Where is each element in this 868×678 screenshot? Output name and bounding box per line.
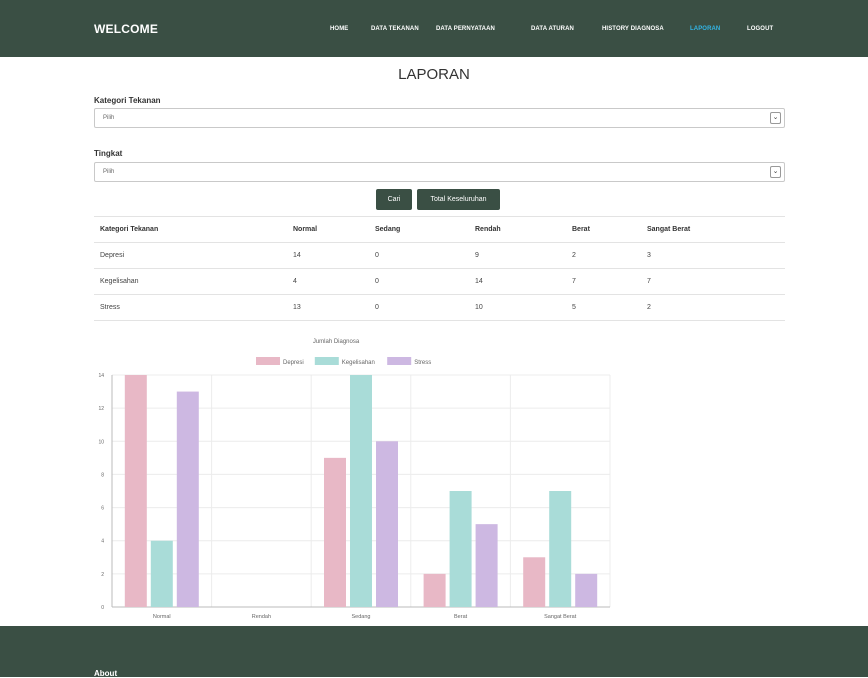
x-tick-label: Berat [454,614,468,620]
top-navbar: WELCOME HOME DATA TEKANAN DATA PERNYATAA… [0,0,868,57]
table-cell: 0 [369,242,469,269]
x-tick-label: Sangat Berat [544,614,577,620]
table-cell: 10 [469,294,566,321]
y-tick-label: 6 [101,506,104,512]
kategori-select-value: Pilih [103,115,115,121]
table-cell: 7 [641,268,785,295]
bar [475,524,498,607]
chart-title: Jumlah Diagnosa [313,339,360,345]
x-tick-label: Rendah [252,614,271,620]
nav-home[interactable]: HOME [330,26,348,32]
legend-label: Kegelisahan [342,360,375,366]
bar [549,491,572,607]
table-cell: 7 [566,268,641,295]
table-cell: 2 [566,242,641,269]
table-cell: 14 [287,242,369,269]
table-cell: 3 [641,242,785,269]
header-berat: Berat [566,216,641,243]
bar [150,540,173,607]
y-tick-label: 0 [101,605,104,611]
tingkat-label: Tingkat [94,149,123,158]
nav-history-diagnosa[interactable]: HISTORY DIAGNOSA [602,26,664,32]
table-cell: 4 [287,268,369,295]
nav-laporan[interactable]: LAPORAN [690,26,720,32]
bar [124,375,147,607]
header-normal: Normal [287,216,369,243]
header-sedang: Sedang [369,216,469,243]
table-row: Stress 13 0 10 5 2 [94,294,785,321]
header-rendah: Rendah [469,216,566,243]
y-tick-label: 8 [101,472,104,478]
table-cell: 5 [566,294,641,321]
header-kategori: Kategori Tekanan [94,216,287,243]
legend-swatch [387,357,412,365]
diagnosa-chart: Jumlah Diagnosa Depresi Kegelisahan Stress 0… [88,330,618,627]
nav-data-pernyataan[interactable]: DATA PERNYATAAN [436,26,495,32]
brand-logo[interactable]: WELCOME [94,22,158,36]
table-cell: 2 [641,294,785,321]
table-header-row: Kategori Tekanan Normal Sedang Rendah Be… [94,216,785,243]
bar [449,491,472,607]
nav-data-aturan[interactable]: DATA ATURAN [531,26,574,32]
nav-logout[interactable]: LOGOUT [747,26,773,32]
table-cell: 9 [469,242,566,269]
total-keseluruhan-button[interactable]: Total Keseluruhan [417,189,500,210]
legend-swatch [256,357,280,365]
header-sangat-berat: Sangat Berat [641,216,785,243]
chart-svg: Jumlah Diagnosa Depresi Kegelisahan Stress 0… [98,339,611,620]
legend-label: Depresi [283,360,304,366]
bar [176,391,199,607]
tingkat-select[interactable]: Pilih ⌄ [94,162,785,182]
kategori-label: Kategori Tekanan [94,96,161,105]
chevron-down-icon: ⌄ [770,166,781,178]
table-cell: 14 [469,268,566,295]
y-tick-label: 4 [101,539,104,545]
bar [350,375,372,607]
table-cell: Stress [94,294,287,321]
footer: About [0,626,868,678]
table-row: Depresi 14 0 9 2 3 [94,242,785,269]
y-tick-label: 2 [101,572,104,578]
x-tick-label: Normal [153,614,171,620]
cari-button[interactable]: Cari [376,189,412,210]
nav-data-tekanan[interactable]: DATA TEKANAN [371,26,419,32]
bar [324,457,346,607]
table-row: Kegelisahan 4 0 14 7 7 [94,268,785,295]
bar [423,573,446,607]
table-cell: 13 [287,294,369,321]
legend-label: Stress [414,360,431,366]
y-tick-label: 10 [98,439,104,445]
table-cell: 0 [369,294,469,321]
table-cell: Depresi [94,242,287,269]
kategori-select[interactable]: Pilih ⌄ [94,108,785,128]
x-tick-label: Sedang [352,614,371,620]
chevron-down-icon: ⌄ [770,112,781,124]
legend-swatch [314,357,339,365]
tingkat-select-value: Pilih [103,169,115,175]
bar [575,573,598,607]
table-cell: 0 [369,268,469,295]
report-table: Kategori Tekanan Normal Sedang Rendah Be… [94,216,785,321]
y-tick-label: 14 [98,373,104,379]
table-cell: Kegelisahan [94,268,287,295]
page-title: LAPORAN [398,66,470,83]
bar [376,441,398,607]
y-tick-label: 12 [98,406,104,412]
bar [523,557,546,607]
